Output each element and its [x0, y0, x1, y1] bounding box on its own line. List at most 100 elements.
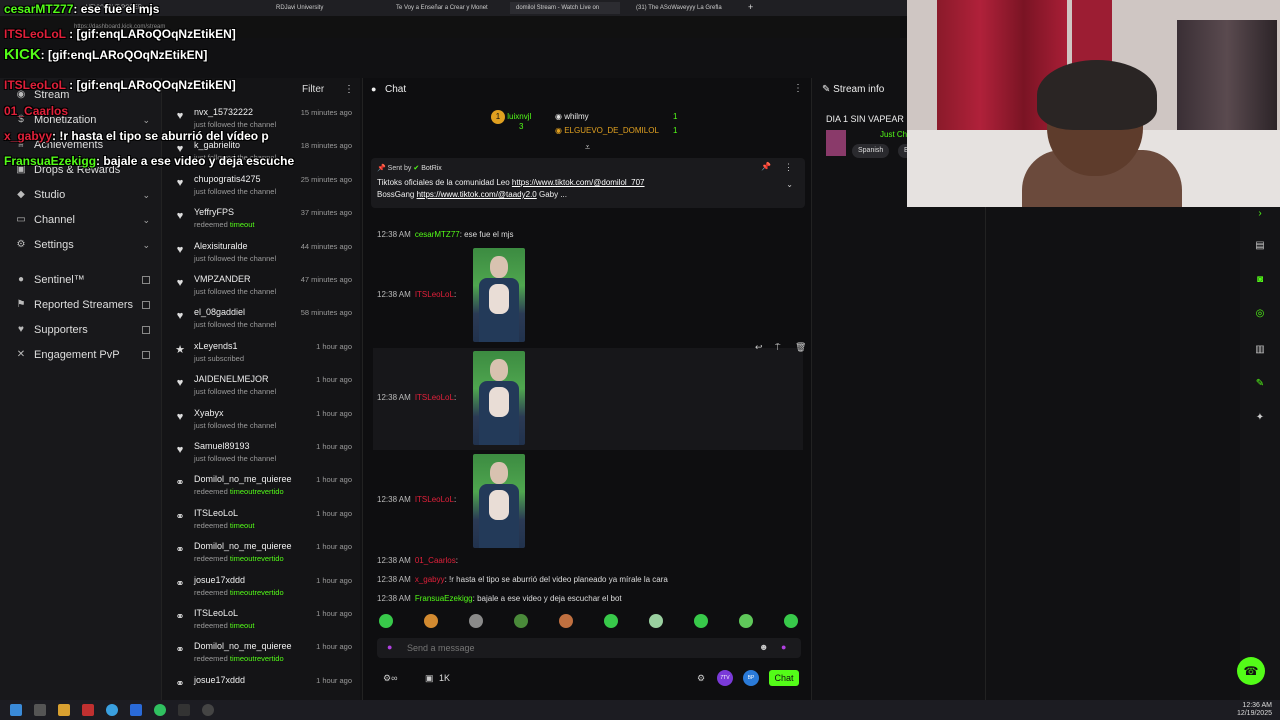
emote-icon[interactable]	[604, 614, 618, 628]
feed-row[interactable]: ♥ JAIDENELMEJOR just followed the channel 1…	[162, 373, 360, 406]
feed-description: redeemed timeoutrevertido	[194, 487, 284, 497]
browser-tab[interactable]: (31) The ASoWaveyyy La Grefla	[630, 2, 740, 14]
tv-icon: ▭	[16, 214, 26, 225]
send-chat-button[interactable]: Chat	[769, 670, 799, 686]
feed-description: redeemed timeoutrevertido	[194, 554, 284, 564]
feed-row[interactable]: ♥ Xyabyx just followed the channel 1 hour a…	[162, 407, 360, 440]
support-chat-icon[interactable]: ☎	[1237, 657, 1265, 685]
feed-row[interactable]: ⚭ Domilol_no_me_quieree redeemed timeoutre…	[162, 540, 360, 573]
feed-username: el_08gaddiel	[194, 307, 246, 318]
chat-username[interactable]: cesarMTZ77	[415, 230, 460, 239]
kebab-menu-icon[interactable]: ⋮	[793, 83, 803, 94]
chevron-down-icon[interactable]: ⌄	[786, 180, 793, 189]
reward-name: timeout	[229, 621, 255, 630]
feed-row[interactable]: ⚭ ITSLeoLoL redeemed timeout 1 hour ago	[162, 607, 360, 640]
emote-icon[interactable]	[469, 614, 483, 628]
botrix-badge[interactable]: BP	[743, 670, 759, 686]
chevron-down-icon: ⌄	[142, 239, 150, 250]
heart-icon: ♥	[176, 210, 184, 223]
obs-icon[interactable]	[202, 704, 214, 716]
feed-row[interactable]: ★ xLeyends1 just subscribed 1 hour ago	[162, 340, 360, 373]
sidebar-item-reported[interactable]: ⚑ Reported Streamers	[0, 294, 162, 316]
chat-username[interactable]: ITSLeoLoL	[415, 495, 454, 504]
feed-row[interactable]: ♥ Alexisituralde just followed the channel…	[162, 240, 360, 273]
tiktok-link[interactable]: https://www.tiktok.com/@taady2.0	[417, 190, 537, 199]
emote-icon[interactable]	[379, 614, 393, 628]
settings-icon[interactable]: ⚙∞	[383, 673, 397, 684]
feed-row[interactable]: ♥ Samuel89193 just followed the channel 1 h…	[162, 440, 360, 473]
pin-icon[interactable]: ⍑	[775, 342, 780, 353]
stream-chat-overlay: cesarMTZ77: ese fue el mjs ITSLeoLoL : […	[0, 0, 340, 175]
chat-username[interactable]: ITSLeoLoL	[415, 290, 454, 299]
collapse-icon[interactable]: ⩡	[585, 142, 590, 153]
chat-username[interactable]: x_gabyy	[415, 575, 445, 584]
sidebar-item-sentinel[interactable]: ● Sentinel™	[0, 269, 162, 291]
feed-row[interactable]: ♥ chupogratis4275 just followed the channe…	[162, 173, 360, 206]
taskbar-app-icon[interactable]	[178, 704, 190, 716]
feed-row[interactable]: ♥ VMPZANDER just followed the channel 47 mi…	[162, 273, 360, 306]
emote-icon[interactable]	[559, 614, 573, 628]
emoji-icon[interactable]: ☻	[759, 642, 768, 652]
category-thumbnail	[826, 130, 846, 156]
chevron-icon[interactable]: ›	[1253, 207, 1267, 221]
overlay-line: ITSLeoLoL : [gif:enqLARoQOqNzEtikEN]	[4, 27, 236, 41]
feed-username: Xyabyx	[194, 407, 224, 418]
chat-username[interactable]: 01_Caarlos	[415, 556, 456, 565]
feed-description: just followed the channel	[194, 287, 277, 296]
seventv-badge[interactable]: 7TV	[717, 670, 733, 686]
feed-row[interactable]: ⚭ Domilol_no_me_quieree redeemed timeoutre…	[162, 640, 360, 673]
reward-name: timeout	[229, 520, 255, 530]
feed-row[interactable]: ⚭ Domilol_no_me_quieree redeemed timeoutre…	[162, 473, 360, 506]
feed-row[interactable]: ♥ YeffryFPS redeemed timeout 37 minutes ago	[162, 206, 360, 239]
browser-tab-active[interactable]: domilol Stream - Watch Live on	[510, 2, 620, 14]
folder-icon[interactable]	[58, 704, 70, 716]
broadcast-icon[interactable]: ◎	[1253, 307, 1267, 321]
kebab-menu-icon[interactable]: ⋮	[784, 162, 793, 173]
chat-username[interactable]: FransuaEzekigg	[415, 594, 473, 603]
feed-description: redeemed timeoutrevertido	[194, 654, 284, 664]
kebab-menu-icon[interactable]: ⋮	[344, 84, 354, 95]
reply-icon[interactable]: ↩	[755, 342, 763, 353]
emote-icon[interactable]	[514, 614, 528, 628]
sidebar-item-channel[interactable]: ▭ Channel ⌄	[0, 209, 162, 231]
emote-icon[interactable]	[649, 614, 663, 628]
feed-username: ITSLeoLoL	[194, 608, 239, 618]
taskbar-app-icon[interactable]	[130, 704, 142, 716]
chat-username[interactable]: ITSLeoLoL	[415, 393, 454, 402]
chat-icon[interactable]: ◙	[1253, 273, 1267, 287]
feed-row[interactable]: ♥ el_08gaddiel just followed the channel 58…	[162, 306, 360, 339]
pin-icon[interactable]: 📌	[761, 162, 771, 171]
wrench-icon[interactable]: ✎	[1253, 377, 1267, 391]
list-icon[interactable]: ▥	[1253, 343, 1267, 357]
puzzle-icon[interactable]: ✦	[1253, 411, 1267, 425]
gear-icon[interactable]: ⚙	[697, 673, 705, 684]
tiktok-link[interactable]: https://www.tiktok.com/@domilol_707	[512, 178, 645, 187]
sidebar-item-studio[interactable]: ◆ Studio ⌄	[0, 184, 162, 206]
windows-start-icon[interactable]	[10, 704, 22, 716]
sidebar-item-settings[interactable]: ⚙ Settings ⌄	[0, 234, 162, 256]
chrome-icon[interactable]	[106, 704, 118, 716]
stream-title: DIA 1 SIN VAPEAR	[826, 114, 904, 124]
feed-username: chupogratis4275	[194, 173, 261, 184]
browser-tab[interactable]: Te Voy a Enseñar a Crear y Monet	[390, 2, 500, 14]
extension-icon[interactable]: ●	[781, 642, 786, 652]
spotify-icon[interactable]	[154, 704, 166, 716]
leaderboard-entry: ◉ whilmy	[555, 112, 589, 121]
trash-icon[interactable]: 🗑	[795, 342, 806, 353]
taskbar-app-icon[interactable]	[34, 704, 46, 716]
new-tab-icon[interactable]: +	[748, 2, 760, 14]
microphone-icon[interactable]: ●	[387, 642, 392, 652]
sidebar-item-engagement[interactable]: ✕ Engagement PvP	[0, 344, 162, 366]
feed-row[interactable]: ⚭ josue17xddd redeemed timeoutrevertido 1 h…	[162, 574, 360, 607]
emote-icon[interactable]	[784, 614, 798, 628]
emote-icon[interactable]	[424, 614, 438, 628]
chat-bubble-icon: ●	[371, 84, 377, 94]
chat-input[interactable]	[407, 642, 737, 654]
emote-icon[interactable]	[739, 614, 753, 628]
leaderboard-entry: 1 luixnvjl	[491, 110, 531, 124]
emote-icon[interactable]	[694, 614, 708, 628]
feed-row[interactable]: ⚭ ITSLeoLoL redeemed timeout 1 hour ago	[162, 507, 360, 540]
taskbar-app-icon[interactable]	[82, 704, 94, 716]
sidebar-item-supporters[interactable]: ♥ Supporters	[0, 319, 162, 341]
document-icon[interactable]: ▤	[1253, 239, 1267, 253]
